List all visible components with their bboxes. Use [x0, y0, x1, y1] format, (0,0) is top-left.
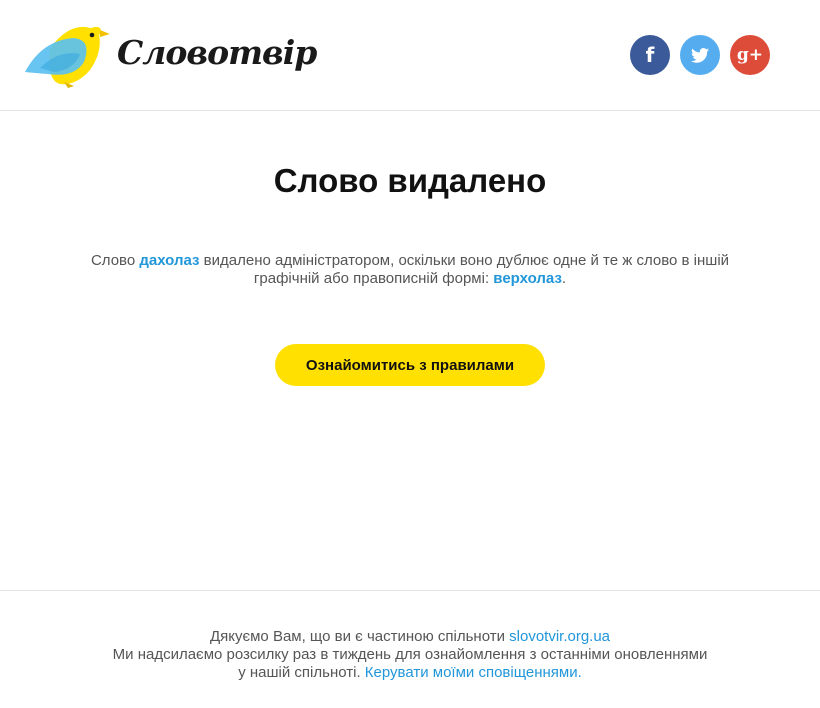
- footer: Дякуємо Вам, що ви є частиною спільноти …: [40, 628, 780, 682]
- header: Словотвір f g+: [0, 0, 820, 111]
- brand-name: Словотвір: [117, 33, 317, 72]
- footer-community-text: у нашій спільноті.: [238, 664, 365, 681]
- brand-logo[interactable]: Словотвір: [24, 24, 317, 88]
- duplicate-word-link[interactable]: верхолаз: [493, 270, 562, 287]
- message-middle: видалено адміністратором, оскільки воно …: [199, 252, 730, 287]
- manage-notifications-link[interactable]: Керувати моїми сповіщеннями.: [365, 664, 582, 681]
- message-suffix: .: [561, 270, 567, 287]
- deletion-message: Слово дахолаз видалено адміністратором, …: [60, 252, 760, 288]
- footer-line-1: Дякуємо Вам, що ви є частиною спільноти …: [40, 628, 780, 646]
- footer-line-3: у нашій спільноті. Керувати моїми сповіщ…: [40, 664, 780, 682]
- read-rules-button[interactable]: Ознайомитись з правилами: [275, 344, 545, 386]
- site-link[interactable]: slovotvir.org.ua: [509, 628, 610, 645]
- facebook-icon: f: [645, 43, 655, 67]
- footer-line-2: Ми надсилаємо розсилку раз в тиждень для…: [112, 646, 708, 663]
- twitter-icon: [691, 47, 709, 63]
- google-plus-icon: g+: [736, 45, 764, 65]
- deleted-word-link[interactable]: дахолаз: [139, 252, 199, 269]
- message-prefix: Слово: [90, 252, 140, 269]
- google-plus-share-button[interactable]: g+: [730, 35, 770, 75]
- page-title: Слово видалено: [273, 162, 547, 199]
- twitter-share-button[interactable]: [680, 35, 720, 75]
- bird-logo-icon: [25, 26, 110, 88]
- footer-divider: [0, 590, 820, 591]
- facebook-share-button[interactable]: f: [630, 35, 670, 75]
- footer-thanks-text: Дякуємо Вам, що ви є частиною спільноти: [209, 628, 510, 645]
